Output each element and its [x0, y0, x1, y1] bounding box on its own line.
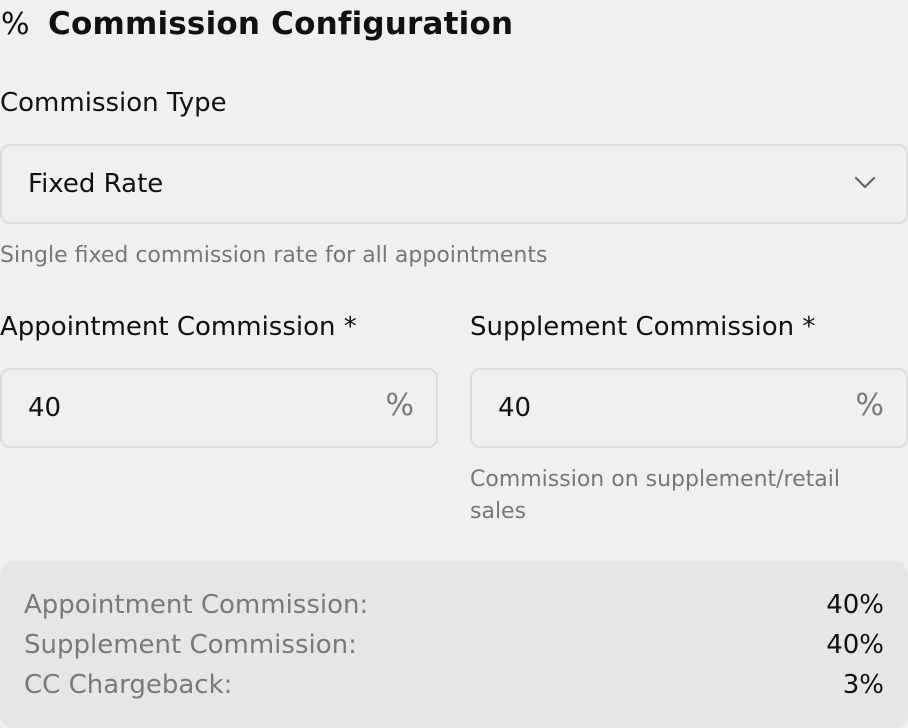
summary-value: 3% — [842, 670, 884, 700]
summary-row: Appointment Commission: 40% — [24, 585, 884, 625]
summary-key: CC Chargeback: — [24, 670, 233, 700]
summary-key: Appointment Commission: — [24, 590, 369, 620]
summary-value: 40% — [826, 590, 884, 620]
supplement-commission-input[interactable]: 40 % — [470, 368, 908, 448]
supplement-commission-label: Supplement Commission * — [470, 312, 816, 342]
section-title: Commission Configuration — [48, 6, 514, 42]
summary-row: CC Chargeback: 3% — [24, 665, 884, 705]
commission-type-label: Commission Type — [0, 88, 227, 118]
summary-value: 40% — [826, 630, 884, 660]
chevron-down-icon — [854, 176, 876, 189]
appointment-commission-input[interactable]: 40 % — [0, 368, 438, 448]
section-header: % Commission Configuration — [0, 4, 513, 44]
summary-row: Supplement Commission: 40% — [24, 625, 884, 665]
percent-icon: % — [1, 6, 30, 42]
appointment-commission-label: Appointment Commission * — [0, 312, 357, 342]
commission-type-select[interactable]: Fixed Rate — [0, 144, 908, 224]
commission-type-value: Fixed Rate — [28, 169, 164, 199]
commission-type-help: Single fixed commission rate for all app… — [0, 243, 548, 268]
commission-config-panel: % Commission Configuration Commission Ty… — [0, 0, 908, 728]
percent-unit: % — [855, 388, 884, 423]
supplement-commission-help: Commission on supplement/retail sales — [470, 467, 840, 524]
summary-key: Supplement Commission: — [24, 630, 357, 660]
commission-summary: Appointment Commission: 40% Supplement C… — [0, 561, 908, 728]
percent-unit: % — [385, 388, 414, 423]
appointment-commission-value: 40 — [28, 393, 62, 423]
supplement-commission-value: 40 — [498, 393, 532, 423]
